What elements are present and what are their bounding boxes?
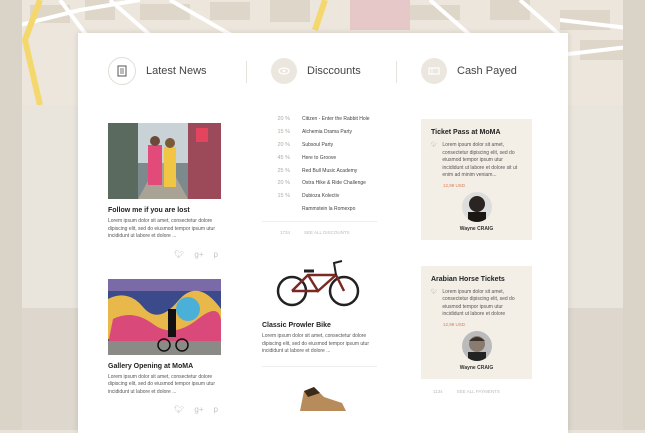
see-all-payments-link[interactable]: SEE ALL PAYMENTS bbox=[457, 389, 500, 394]
header-discounts[interactable]: Disccounts bbox=[271, 33, 361, 108]
cash-payed-title: Cash Payed bbox=[457, 64, 517, 77]
payments-footer: 1134 SEE ALL PAYMENTS bbox=[421, 389, 532, 394]
social-share: 🐦︎ g+ p bbox=[108, 405, 223, 414]
discount-row[interactable]: 45 % Here to Groove bbox=[262, 151, 377, 164]
divider bbox=[396, 61, 397, 83]
divider bbox=[262, 365, 377, 367]
ticket-title: Ticket Pass at MoMA bbox=[431, 129, 501, 136]
discount-row[interactable]: Rammstein la Romexpo bbox=[262, 203, 377, 216]
discount-name: Here to Groove bbox=[302, 154, 337, 161]
discount-name: Red Bull Music Academy bbox=[302, 167, 358, 174]
twitter-icon[interactable]: 🐦︎ bbox=[174, 405, 184, 414]
discounts-title: Disccounts bbox=[307, 64, 361, 77]
left-edge bbox=[0, 0, 22, 430]
discount-row[interactable]: 15 % Dubioza Kolectiv bbox=[262, 190, 377, 203]
google-plus-icon[interactable]: g+ bbox=[194, 405, 203, 414]
document-icon bbox=[108, 56, 136, 85]
eye-icon bbox=[271, 57, 297, 84]
ticket-title: Arabian Horse Tickets bbox=[431, 275, 505, 283]
ticket-card[interactable]: Arabian Horse Tickets 🐦︎ Lorem ipsum dol… bbox=[421, 265, 532, 379]
twitter-icon[interactable]: 🐦︎ bbox=[174, 250, 184, 259]
main-card: Latest News Disccounts Cash Payed Follow… bbox=[78, 33, 568, 433]
discounts-footer: 1734 SEE ALL DISCOUNTS bbox=[262, 221, 377, 235]
discount-percent: 15 % bbox=[277, 129, 290, 136]
news-photo-graffiti[interactable] bbox=[108, 278, 221, 355]
discount-percent: 45 % bbox=[277, 154, 290, 161]
discount-percent: 25 % bbox=[277, 167, 290, 174]
social-share: 🐦︎ g+ p bbox=[108, 250, 223, 259]
news-title[interactable]: Gallery Opening at MoMA bbox=[108, 363, 223, 370]
pinterest-icon[interactable]: p bbox=[214, 250, 218, 259]
cash-payed-column: Ticket Pass at MoMA 🐦︎ Lorem ipsum dolor… bbox=[421, 119, 532, 394]
news-excerpt: Lorem ipsum dolor sit amet, consectetur … bbox=[108, 373, 215, 395]
discount-percent: 20 % bbox=[277, 180, 290, 187]
ticket-person: Wayne CRAIG bbox=[459, 364, 494, 371]
bike-image[interactable] bbox=[262, 257, 377, 314]
discount-percent: 15 % bbox=[277, 193, 290, 200]
product-title[interactable]: Classic Prowler Bike bbox=[262, 322, 377, 329]
discount-name: Alchemia Drama Party bbox=[302, 129, 353, 136]
discount-name: Dubioza Kolectiv bbox=[302, 193, 340, 200]
discount-percent: 20 % bbox=[277, 141, 290, 148]
discount-row[interactable]: 20 % Citizen - Enter the Rabbit Hole bbox=[262, 113, 377, 126]
discount-row[interactable]: 15 % Alchemia Drama Party bbox=[262, 126, 377, 139]
ticket-excerpt: Lorem ipsum dolor sit amet, consectetur … bbox=[442, 142, 518, 178]
avatar bbox=[461, 191, 492, 222]
discounts-column: 20 % Citizen - Enter the Rabbit Hole 15 %… bbox=[262, 113, 377, 416]
discount-name: Citizen - Enter the Rabbit Hole bbox=[302, 116, 370, 123]
ticket-excerpt: Lorem ipsum dolor sit amet, consectetur … bbox=[442, 288, 515, 318]
discount-name: Subsoul Party bbox=[302, 141, 334, 148]
twitter-icon: 🐦︎ bbox=[431, 288, 438, 295]
discount-percent: 20 % bbox=[277, 116, 290, 123]
payments-count: 1134 bbox=[433, 388, 443, 394]
discount-name: Ostra Hike & Ride Challenge bbox=[302, 180, 366, 187]
google-plus-icon[interactable]: g+ bbox=[194, 250, 203, 259]
header-cash-payed[interactable]: Cash Payed bbox=[421, 33, 517, 108]
product-excerpt: Lorem ipsum dolor sit amet, consectetur … bbox=[262, 333, 369, 355]
see-all-discounts-link[interactable]: SEE ALL DISCOUNTS bbox=[304, 230, 350, 235]
right-edge bbox=[623, 0, 645, 430]
news-photo-street[interactable] bbox=[108, 123, 221, 199]
header-latest-news[interactable]: Latest News bbox=[108, 33, 207, 108]
divider bbox=[246, 61, 247, 83]
discounts-count: 1734 bbox=[280, 230, 291, 236]
news-excerpt: Lorem ipsum dolor sit amet, consectetur … bbox=[108, 218, 215, 239]
pinterest-icon[interactable]: p bbox=[214, 405, 218, 414]
shoe-image[interactable] bbox=[262, 385, 377, 416]
discount-row[interactable]: 20 % Subsoul Party bbox=[262, 139, 377, 152]
discount-name: Rammstein la Romexpo bbox=[302, 205, 356, 212]
discount-row[interactable]: 20 % Ostra Hike & Ride Challenge bbox=[262, 177, 377, 190]
ticket-card[interactable]: Ticket Pass at MoMA 🐦︎ Lorem ipsum dolor… bbox=[421, 119, 532, 240]
ticket-price: 12,99 USD bbox=[443, 321, 466, 327]
ticket-price: 12,99 USD bbox=[443, 182, 466, 188]
twitter-icon: 🐦︎ bbox=[431, 142, 438, 148]
latest-news-title: Latest News bbox=[146, 64, 207, 77]
avatar bbox=[461, 330, 492, 361]
ticket-person: Wayne CRAIG bbox=[459, 225, 494, 232]
news-column: Follow me if you are lost Lorem ipsum do… bbox=[108, 123, 223, 414]
news-title[interactable]: Follow me if you are lost bbox=[108, 207, 223, 214]
discount-row[interactable]: 25 % Red Bull Music Academy bbox=[262, 164, 377, 177]
ticket-icon bbox=[421, 57, 447, 84]
